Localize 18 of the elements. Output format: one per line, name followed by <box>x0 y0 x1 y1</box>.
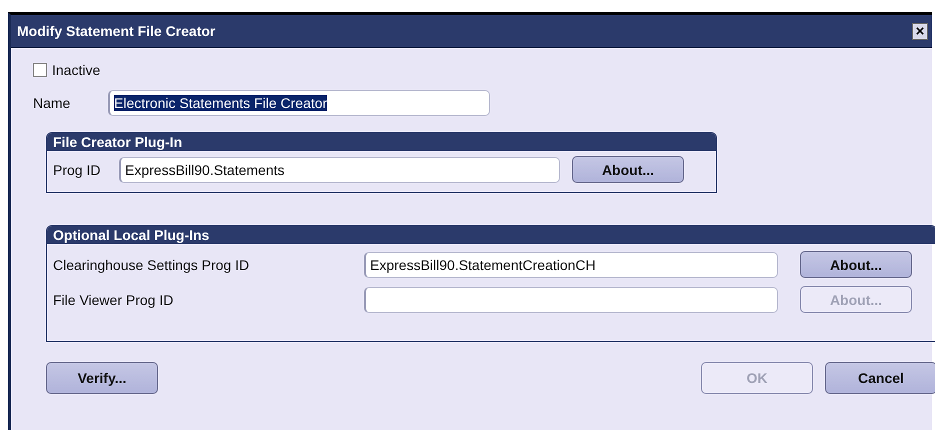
input-field[interactable] <box>364 286 778 312</box>
about-button[interactable]: About... <box>800 251 912 278</box>
field-label: Clearinghouse Settings Prog ID <box>53 256 250 272</box>
field-label: Prog ID <box>53 162 102 178</box>
input-field[interactable]: ExpressBill90.Statements <box>119 156 560 182</box>
input-field[interactable]: Electronic Statements File Creator <box>108 90 490 116</box>
field-label: File Viewer Prog ID <box>53 292 174 308</box>
checkbox-label: Inactive <box>52 62 100 78</box>
window-title: Modify Statement File Creator <box>17 23 216 39</box>
group-title: File Creator Plug-In <box>47 133 716 151</box>
dialog-button[interactable]: Verify... <box>46 362 158 394</box>
dialog-button[interactable]: Cancel <box>825 362 935 394</box>
about-button[interactable]: About... <box>572 156 684 183</box>
group-title: Optional Local Plug-Ins <box>47 226 935 244</box>
close-button[interactable]: × <box>912 22 928 40</box>
field-label: Name <box>33 95 72 111</box>
checkbox[interactable] <box>33 63 47 77</box>
input-field[interactable]: ExpressBill90.StatementCreationCH <box>364 252 778 278</box>
